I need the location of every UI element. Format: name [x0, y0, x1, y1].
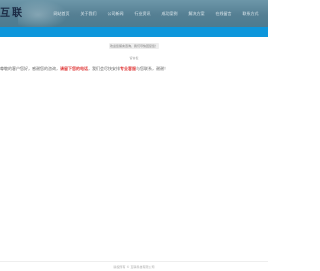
- site-logo[interactable]: 互联: [0, 4, 24, 19]
- message-highlight-service: 专业客服: [120, 66, 136, 71]
- notice-pill: 欢迎您留言咨询，我们尽快回复您！: [109, 43, 159, 49]
- thank-you-message: 尊敬的客户您好，感谢您的咨询，请留下您的电话，我们会尽快安排专业客服与您联系，谢…: [0, 66, 268, 72]
- section-label: 留言板: [129, 56, 139, 60]
- nav-item-solutions[interactable]: 解决方案: [183, 11, 210, 17]
- message-middle: ，我们会尽快安排: [88, 66, 120, 71]
- blue-banner-band: [0, 27, 268, 37]
- nav-item-cases[interactable]: 成功案例: [156, 11, 183, 17]
- nav-item-industry[interactable]: 行业资讯: [129, 11, 156, 17]
- nav-item-news[interactable]: 公司新闻: [102, 11, 129, 17]
- nav-item-about[interactable]: 关于我们: [75, 11, 102, 17]
- message-suffix: 与您联系，谢谢！: [136, 66, 168, 71]
- message-prefix: 尊敬的客户您好，感谢您的咨询，: [0, 66, 60, 71]
- nav-item-home[interactable]: 网站首页: [48, 11, 75, 17]
- nav-item-message[interactable]: 在线留言: [210, 11, 237, 17]
- main-nav: 网站首页 关于我们 公司新闻 行业资讯 成功案例 解决方案 在线留言 联系方式: [48, 0, 264, 27]
- footer-divider: [0, 261, 268, 262]
- footer-copyright: 版权所有 © 互联科技有限公司: [113, 265, 155, 269]
- site-header: 互联 网站首页 关于我们 公司新闻 行业资讯 成功案例 解决方案 在线留言 联系…: [0, 0, 268, 27]
- message-highlight-phone: 请留下您的电话: [60, 66, 88, 71]
- page: 互联 网站首页 关于我们 公司新闻 行业资讯 成功案例 解决方案 在线留言 联系…: [0, 0, 268, 271]
- nav-item-contact[interactable]: 联系方式: [237, 11, 264, 17]
